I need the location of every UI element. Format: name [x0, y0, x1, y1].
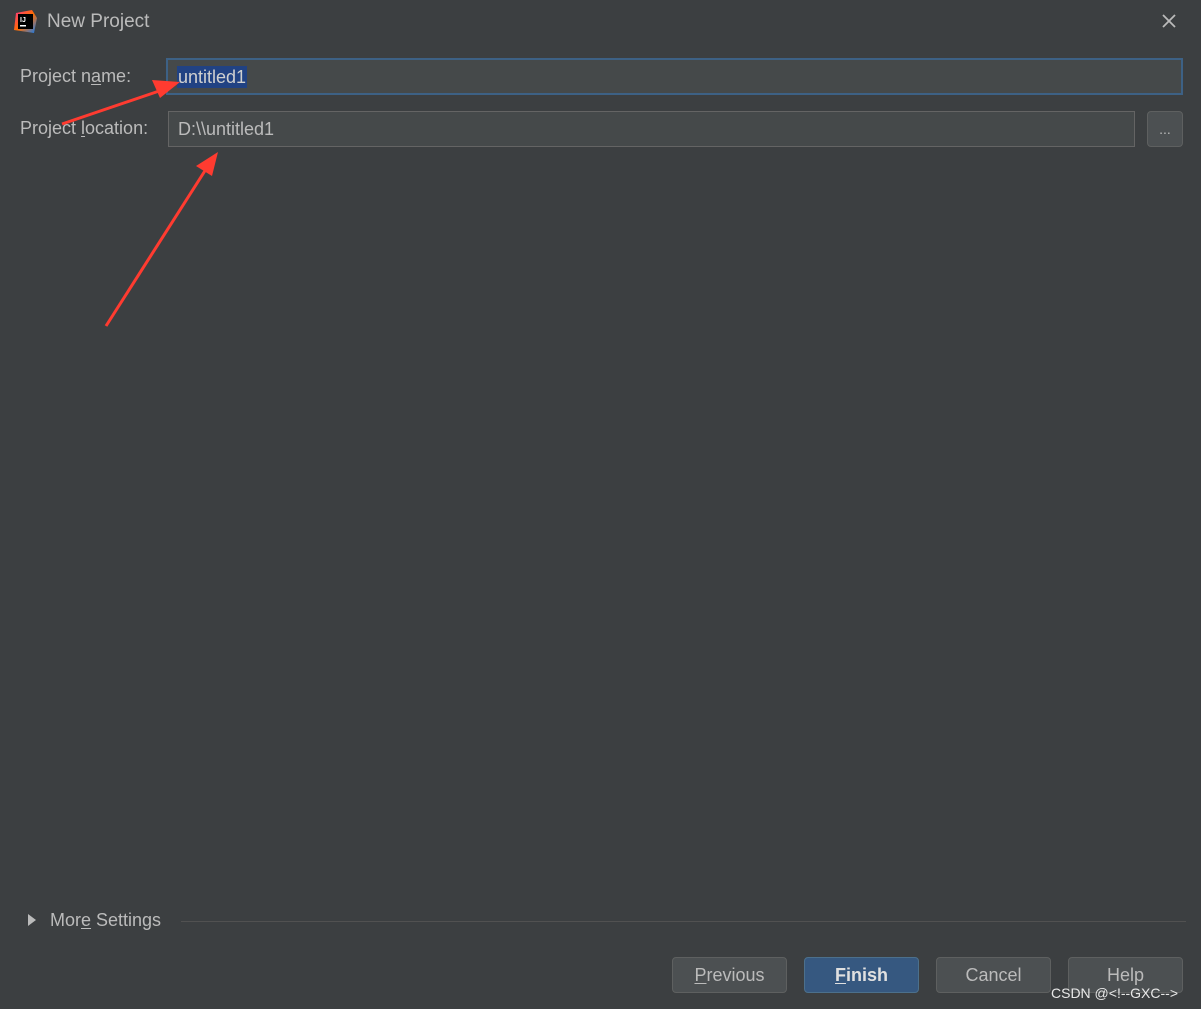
- finish-button[interactable]: Finish: [804, 957, 919, 993]
- close-icon[interactable]: [1156, 8, 1182, 34]
- more-settings-toggle[interactable]: More Settings: [28, 908, 161, 932]
- new-project-dialog: IJ New Project Project name: untitled1 P…: [0, 0, 1201, 1009]
- more-settings-separator: [181, 921, 1186, 922]
- selected-text: untitled1: [177, 65, 248, 88]
- annotation-arrows: [61, 80, 218, 327]
- project-location-input[interactable]: D:\\untitled1: [168, 111, 1135, 147]
- project-location-label: Project location:: [20, 118, 149, 138]
- project-location-value: D:\\untitled1: [178, 119, 275, 139]
- title-bar: IJ New Project: [0, 0, 1201, 44]
- cancel-button[interactable]: Cancel: [936, 957, 1051, 993]
- more-settings-label: More Settings: [50, 909, 162, 930]
- project-name-label: Project name:: [20, 66, 132, 86]
- arrow-to-location-field: [104, 152, 218, 327]
- svg-text:IJ: IJ: [20, 17, 26, 24]
- watermark: CSDN @<!--GXC-->: [1051, 985, 1178, 1001]
- triangle-right-icon: [28, 914, 36, 926]
- browse-button[interactable]: ...: [1147, 111, 1183, 147]
- previous-button[interactable]: Previous: [672, 957, 787, 993]
- project-name-input[interactable]: untitled1: [166, 58, 1183, 95]
- dialog-title: New Project: [47, 11, 150, 32]
- intellij-idea-icon: IJ: [14, 10, 37, 33]
